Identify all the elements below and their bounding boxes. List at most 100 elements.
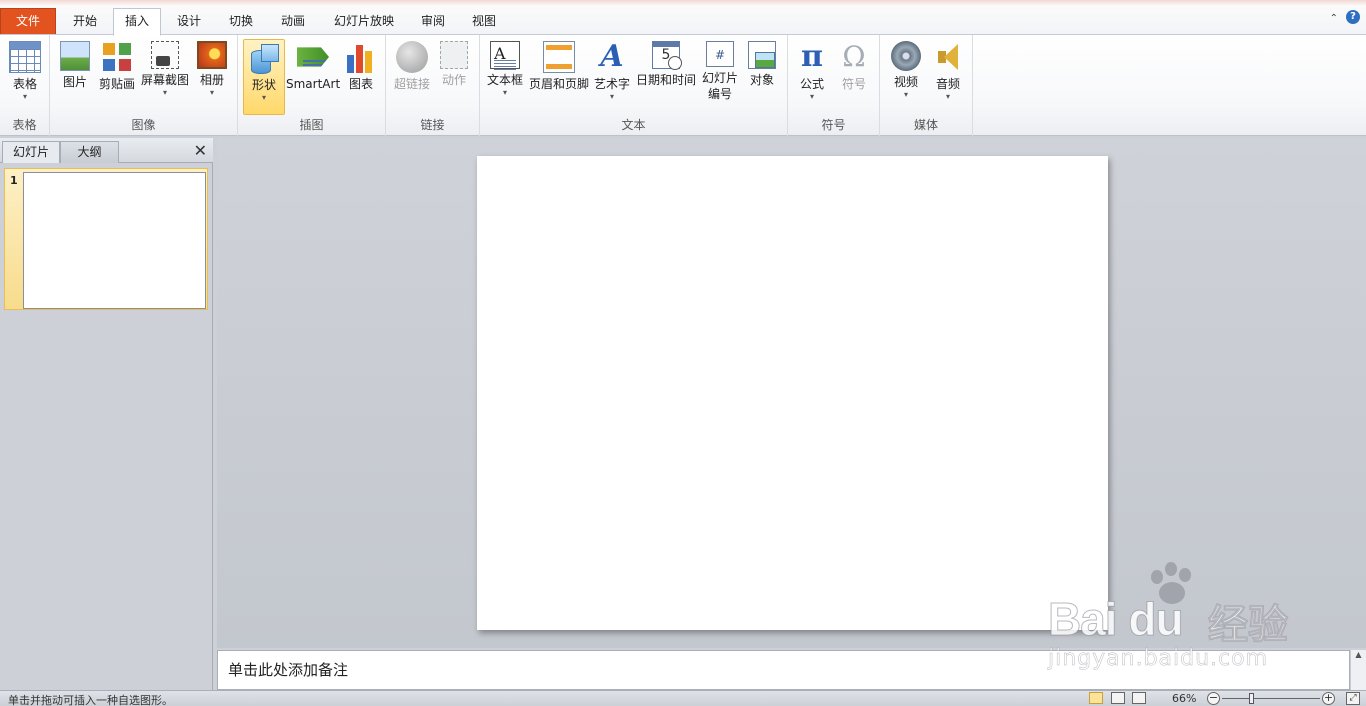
zoom-out-button[interactable]: − <box>1207 692 1220 705</box>
textbox-icon: A <box>490 41 520 70</box>
date-time-button[interactable]: 5 日期和时间 <box>634 39 698 88</box>
video-button-label: 视频 <box>893 75 918 89</box>
tab-view[interactable]: 视图 <box>461 9 507 35</box>
clipart-icon <box>101 41 133 73</box>
table-button-label: 表格 <box>12 77 37 91</box>
calendar-icon: 5 <box>652 41 682 70</box>
zoom-slider-handle[interactable] <box>1249 693 1255 704</box>
group-label-media: 媒体 <box>913 118 938 132</box>
notes-scrollbar[interactable]: ▲ <box>1350 650 1366 690</box>
pi-icon: π <box>801 39 823 74</box>
chevron-down-icon: ▾ <box>809 92 814 101</box>
header-footer-button-label: 页眉和页脚 <box>528 77 589 91</box>
table-icon <box>9 41 41 73</box>
chevron-down-icon: ▾ <box>502 88 507 97</box>
wordart-button[interactable]: A 艺术字 ▾ <box>592 39 632 102</box>
slide-thumbnail[interactable] <box>23 172 206 309</box>
group-label-images: 图像 <box>131 118 156 132</box>
group-label-illustrations: 插图 <box>299 118 324 132</box>
symbol-button[interactable]: Ω 符号 <box>836 39 872 92</box>
clipart-button-label: 剪贴画 <box>98 77 135 91</box>
group-media: 视频 ▾ 音频 ▾ 媒体 <box>880 35 973 136</box>
group-label-text: 文本 <box>621 118 646 132</box>
ribbon: 表格 ▾ 表格 图片 剪贴画 屏幕截图 ▾ 相册 ▾ 图像 形状 ▾ Smart… <box>0 35 1366 136</box>
omega-icon: Ω <box>842 40 866 73</box>
chevron-down-icon: ▾ <box>609 92 614 101</box>
picture-icon <box>60 41 90 71</box>
group-text: A 文本框 ▾ 页眉和页脚 A 艺术字 ▾ 5 日期和时间 # 幻灯片 编号 对… <box>480 35 788 136</box>
slide-number-icon: # <box>706 41 734 67</box>
tab-design[interactable]: 设计 <box>165 9 213 35</box>
screenshot-button[interactable]: 屏幕截图 ▾ <box>139 39 191 98</box>
tab-insert[interactable]: 插入 <box>113 8 161 36</box>
group-illustrations: 形状 ▾ SmartArt 图表 插图 <box>238 35 386 136</box>
chevron-down-icon: ▾ <box>22 92 27 101</box>
zoom-in-button[interactable]: + <box>1322 692 1335 705</box>
notes-pane[interactable]: 单击此处添加备注 <box>217 650 1350 690</box>
hyperlink-button[interactable]: 超链接 <box>392 39 432 92</box>
smartart-button[interactable]: SmartArt <box>286 39 340 92</box>
object-icon <box>748 41 776 69</box>
action-icon <box>440 41 468 69</box>
help-icon[interactable]: ? <box>1346 10 1360 24</box>
status-bar: 单击并拖动可插入一种自选图形。 66% − + ⤢ <box>0 690 1366 706</box>
tab-outline[interactable]: 大纲 <box>60 141 119 163</box>
photo-album-button[interactable]: 相册 ▾ <box>194 39 230 98</box>
picture-button[interactable]: 图片 <box>56 39 94 90</box>
zoom-slider[interactable] <box>1222 693 1320 704</box>
slide-thumbnail-item[interactable]: 1 <box>4 168 208 310</box>
smartart-button-label: SmartArt <box>286 77 341 91</box>
status-message: 单击并拖动可插入一种自选图形。 <box>8 694 173 706</box>
speaker-icon <box>932 41 964 73</box>
tab-slideshow[interactable]: 幻灯片放映 <box>322 9 406 35</box>
panel-tabs: 幻灯片 大纲 ✕ <box>0 138 213 163</box>
screenshot-button-label: 屏幕截图 <box>140 73 189 87</box>
table-button[interactable]: 表格 ▾ <box>4 39 46 102</box>
textbox-button[interactable]: A 文本框 ▾ <box>485 39 525 98</box>
zoom-level[interactable]: 66% <box>1172 692 1196 705</box>
minimize-ribbon-icon[interactable]: ⌃ <box>1330 13 1338 24</box>
audio-button[interactable]: 音频 ▾ <box>930 39 966 102</box>
chart-button[interactable]: 图表 <box>344 39 378 92</box>
hyperlink-button-label: 超链接 <box>393 77 430 91</box>
tab-animations[interactable]: 动画 <box>269 9 317 35</box>
header-footer-icon <box>543 41 575 73</box>
notes-placeholder: 单击此处添加备注 <box>228 661 349 679</box>
slide-canvas[interactable] <box>477 156 1108 630</box>
normal-view-icon[interactable] <box>1089 692 1103 704</box>
tab-slides[interactable]: 幻灯片 <box>2 141 60 163</box>
tab-transitions[interactable]: 切换 <box>217 9 265 35</box>
clipart-button[interactable]: 剪贴画 <box>96 39 138 92</box>
film-reel-icon <box>891 41 921 71</box>
shapes-button[interactable]: 形状 ▾ <box>243 39 285 115</box>
group-symbols: π 公式 ▾ Ω 符号 符号 <box>788 35 880 136</box>
equation-button[interactable]: π 公式 ▾ <box>794 39 830 102</box>
smartart-icon <box>297 47 329 67</box>
action-button[interactable]: 动作 <box>436 39 472 88</box>
object-button[interactable]: 对象 <box>744 39 780 88</box>
header-footer-button[interactable]: 页眉和页脚 <box>527 39 591 92</box>
slide-number-label-line1: 幻灯片 <box>701 71 738 85</box>
tab-home[interactable]: 开始 <box>60 9 110 35</box>
slide-sorter-view-icon[interactable] <box>1110 692 1125 704</box>
photo-album-button-label: 相册 <box>199 73 224 87</box>
chevron-down-icon: ▾ <box>903 90 908 99</box>
wordart-button-label: 艺术字 <box>593 77 630 91</box>
reading-view-icon[interactable] <box>1132 692 1146 704</box>
tab-review[interactable]: 审阅 <box>410 9 456 35</box>
chevron-down-icon: ▾ <box>945 92 950 101</box>
chart-icon <box>345 41 377 73</box>
group-label-links: 链接 <box>420 118 445 132</box>
textbox-button-label: 文本框 <box>486 73 523 87</box>
equation-button-label: 公式 <box>799 77 824 91</box>
close-icon[interactable]: ✕ <box>194 141 207 161</box>
slide-number-button[interactable]: # 幻灯片 编号 <box>699 39 741 102</box>
globe-link-icon <box>396 41 428 73</box>
slide-edit-area <box>217 138 1366 648</box>
fit-to-window-icon[interactable]: ⤢ <box>1346 692 1360 705</box>
group-images: 图片 剪贴画 屏幕截图 ▾ 相册 ▾ 图像 <box>50 35 238 136</box>
slides-panel: 幻灯片 大纲 ✕ 1 <box>0 138 213 690</box>
tab-file[interactable]: 文件 <box>0 8 56 34</box>
symbol-button-label: 符号 <box>841 77 866 91</box>
video-button[interactable]: 视频 ▾ <box>888 39 924 100</box>
